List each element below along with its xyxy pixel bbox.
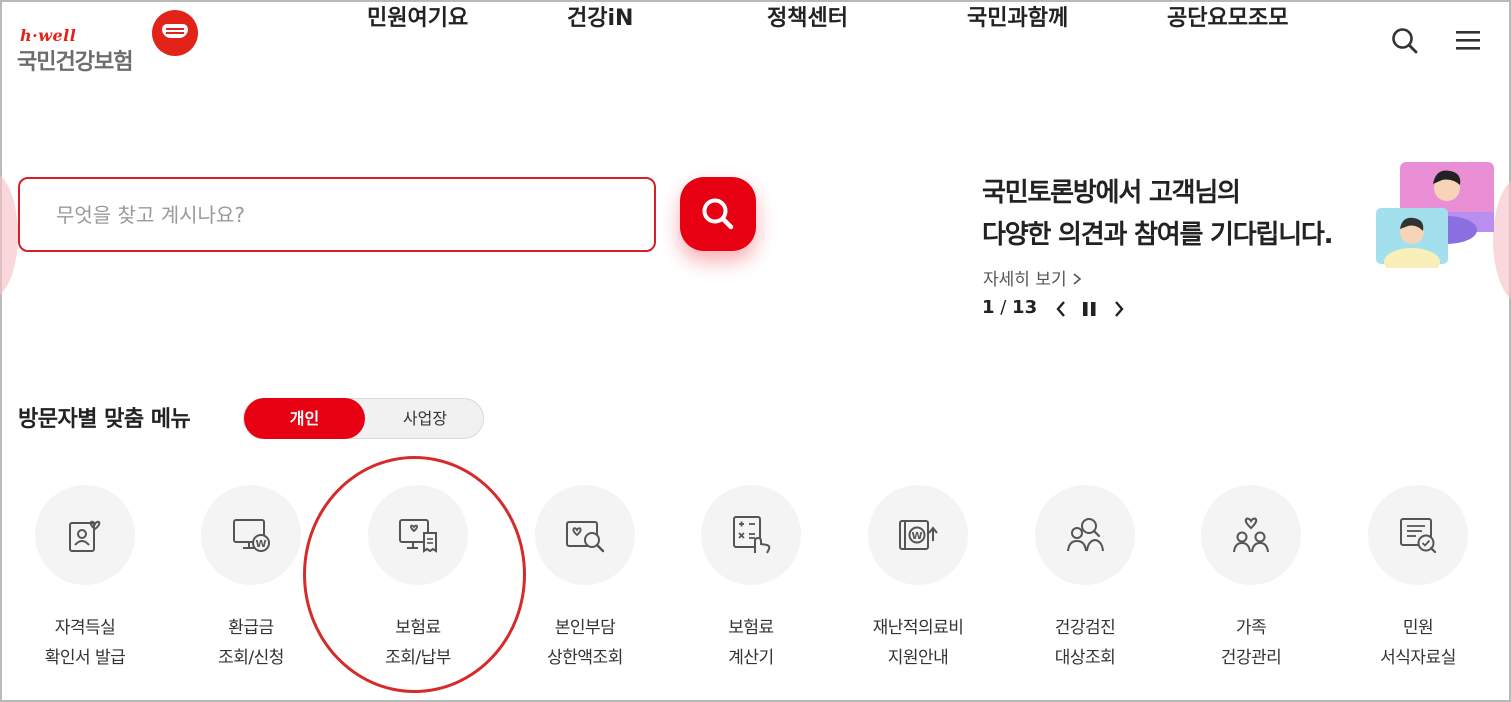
menu-icon-circle (1035, 485, 1135, 585)
family-heart-icon (1233, 517, 1269, 553)
banner-more-link[interactable]: 자세히 보기 (983, 265, 1082, 290)
highlight-annotation-circle (303, 456, 526, 693)
banner-line-1: 국민토론방에서 고객님의 (982, 178, 1241, 208)
search-submit-button[interactable] (680, 177, 756, 251)
chevron-right-icon (1115, 301, 1124, 317)
menu-item-label: 자격득실 확인서 발급 (44, 618, 126, 668)
logo-mark-icon (152, 10, 198, 56)
nav-item-health-in[interactable]: 건강iN (567, 0, 633, 32)
menu-item-label: 건강검진 대상조회 (1054, 618, 1116, 668)
menu-item-family-health[interactable]: 가족 건강관리 (1168, 485, 1334, 685)
menu-icon-circle: W (868, 485, 968, 585)
banner-pause-button[interactable] (1079, 297, 1101, 321)
search-icon[interactable] (1390, 26, 1420, 56)
calculator-hand-icon (733, 516, 771, 554)
banner-total-pages: 13 (1012, 297, 1038, 318)
search-icon (702, 198, 734, 230)
menu-item-health-checkup-eligibility[interactable]: 건강검진 대상조회 (1002, 485, 1168, 685)
menu-item-catastrophic-medical-support[interactable]: W 재난적의료비 지원안내 (835, 485, 1001, 685)
banner-next-button[interactable] (1108, 297, 1130, 321)
menu-item-eligibility-certificate[interactable]: 자격득실 확인서 발급 (2, 485, 168, 685)
nav-item-with-citizens[interactable]: 국민과함께 (967, 0, 1068, 32)
menu-item-civil-forms[interactable]: 민원 서식자료실 (1335, 485, 1501, 685)
wallet-won-up-icon: W (899, 520, 938, 550)
menu-item-premium-calculator[interactable]: 보험료 계산기 (668, 485, 834, 685)
monitor-won-icon: W (233, 519, 270, 552)
heart-card-search-icon (566, 521, 605, 553)
banner-headline: 국민토론방에서 고객님의 다양한 의견과 참여를 기다립니다. (982, 172, 1334, 256)
menu-icon-circle (1201, 485, 1301, 585)
section-title: 방문자별 맞춤 메뉴 (18, 407, 191, 432)
nav-item-civil-service[interactable]: 민원여기요 (367, 0, 468, 32)
menu-icon-circle (701, 485, 801, 585)
document-check-icon (1400, 518, 1437, 554)
banner-illustration-people (1372, 158, 1496, 276)
svg-text:W: W (255, 539, 266, 550)
nav-item-about-nhis[interactable]: 공단요모조모 (1167, 0, 1288, 32)
banner-line-2: 다양한 의견과 참여를 기다립니다. (982, 220, 1334, 250)
menu-item-label: 재난적의료비 지원안내 (872, 618, 964, 668)
chevron-right-icon (1073, 273, 1082, 285)
banner-more-label: 자세히 보기 (983, 270, 1067, 290)
chevron-left-icon (1056, 301, 1065, 317)
id-card-heart-icon (69, 520, 101, 552)
banner-current-page: 1 (982, 297, 995, 318)
nav-item-policy-center[interactable]: 정책센터 (767, 0, 848, 32)
menu-item-copay-ceiling[interactable]: 본인부담 상한액조회 (502, 485, 668, 685)
banner-page-separator: / (994, 297, 1013, 318)
menu-icon-circle: W (201, 485, 301, 585)
svg-text:W: W (911, 531, 922, 542)
logo-tagline: h·well (20, 26, 77, 45)
banner-prev-button[interactable] (1050, 297, 1072, 321)
banner-pagination: 1 / 13 (982, 297, 1037, 318)
menu-icon-circle (1368, 485, 1468, 585)
menu-item-label: 보험료 계산기 (728, 618, 774, 668)
logo-name: 국민건강보험 (17, 50, 133, 75)
visitor-type-toggle: 개인 사업장 (243, 398, 484, 439)
menu-item-label: 본인부담 상한액조회 (547, 618, 623, 668)
menu-item-label: 민원 서식자료실 (1380, 618, 1456, 668)
menu-item-label: 가족 건강관리 (1220, 618, 1282, 668)
pause-icon (1083, 302, 1096, 316)
tab-personal[interactable]: 개인 (244, 398, 365, 439)
menu-icon-circle (535, 485, 635, 585)
tab-business[interactable]: 사업장 (365, 398, 485, 439)
hamburger-menu-icon[interactable] (1453, 26, 1483, 56)
search-field (18, 177, 656, 252)
menu-icon-circle (35, 485, 135, 585)
menu-item-label: 환급금 조회/신청 (218, 618, 284, 668)
search-input[interactable] (56, 198, 616, 232)
site-logo[interactable]: h·well 국민건강보험 (17, 10, 202, 75)
people-search-icon (1067, 518, 1104, 552)
